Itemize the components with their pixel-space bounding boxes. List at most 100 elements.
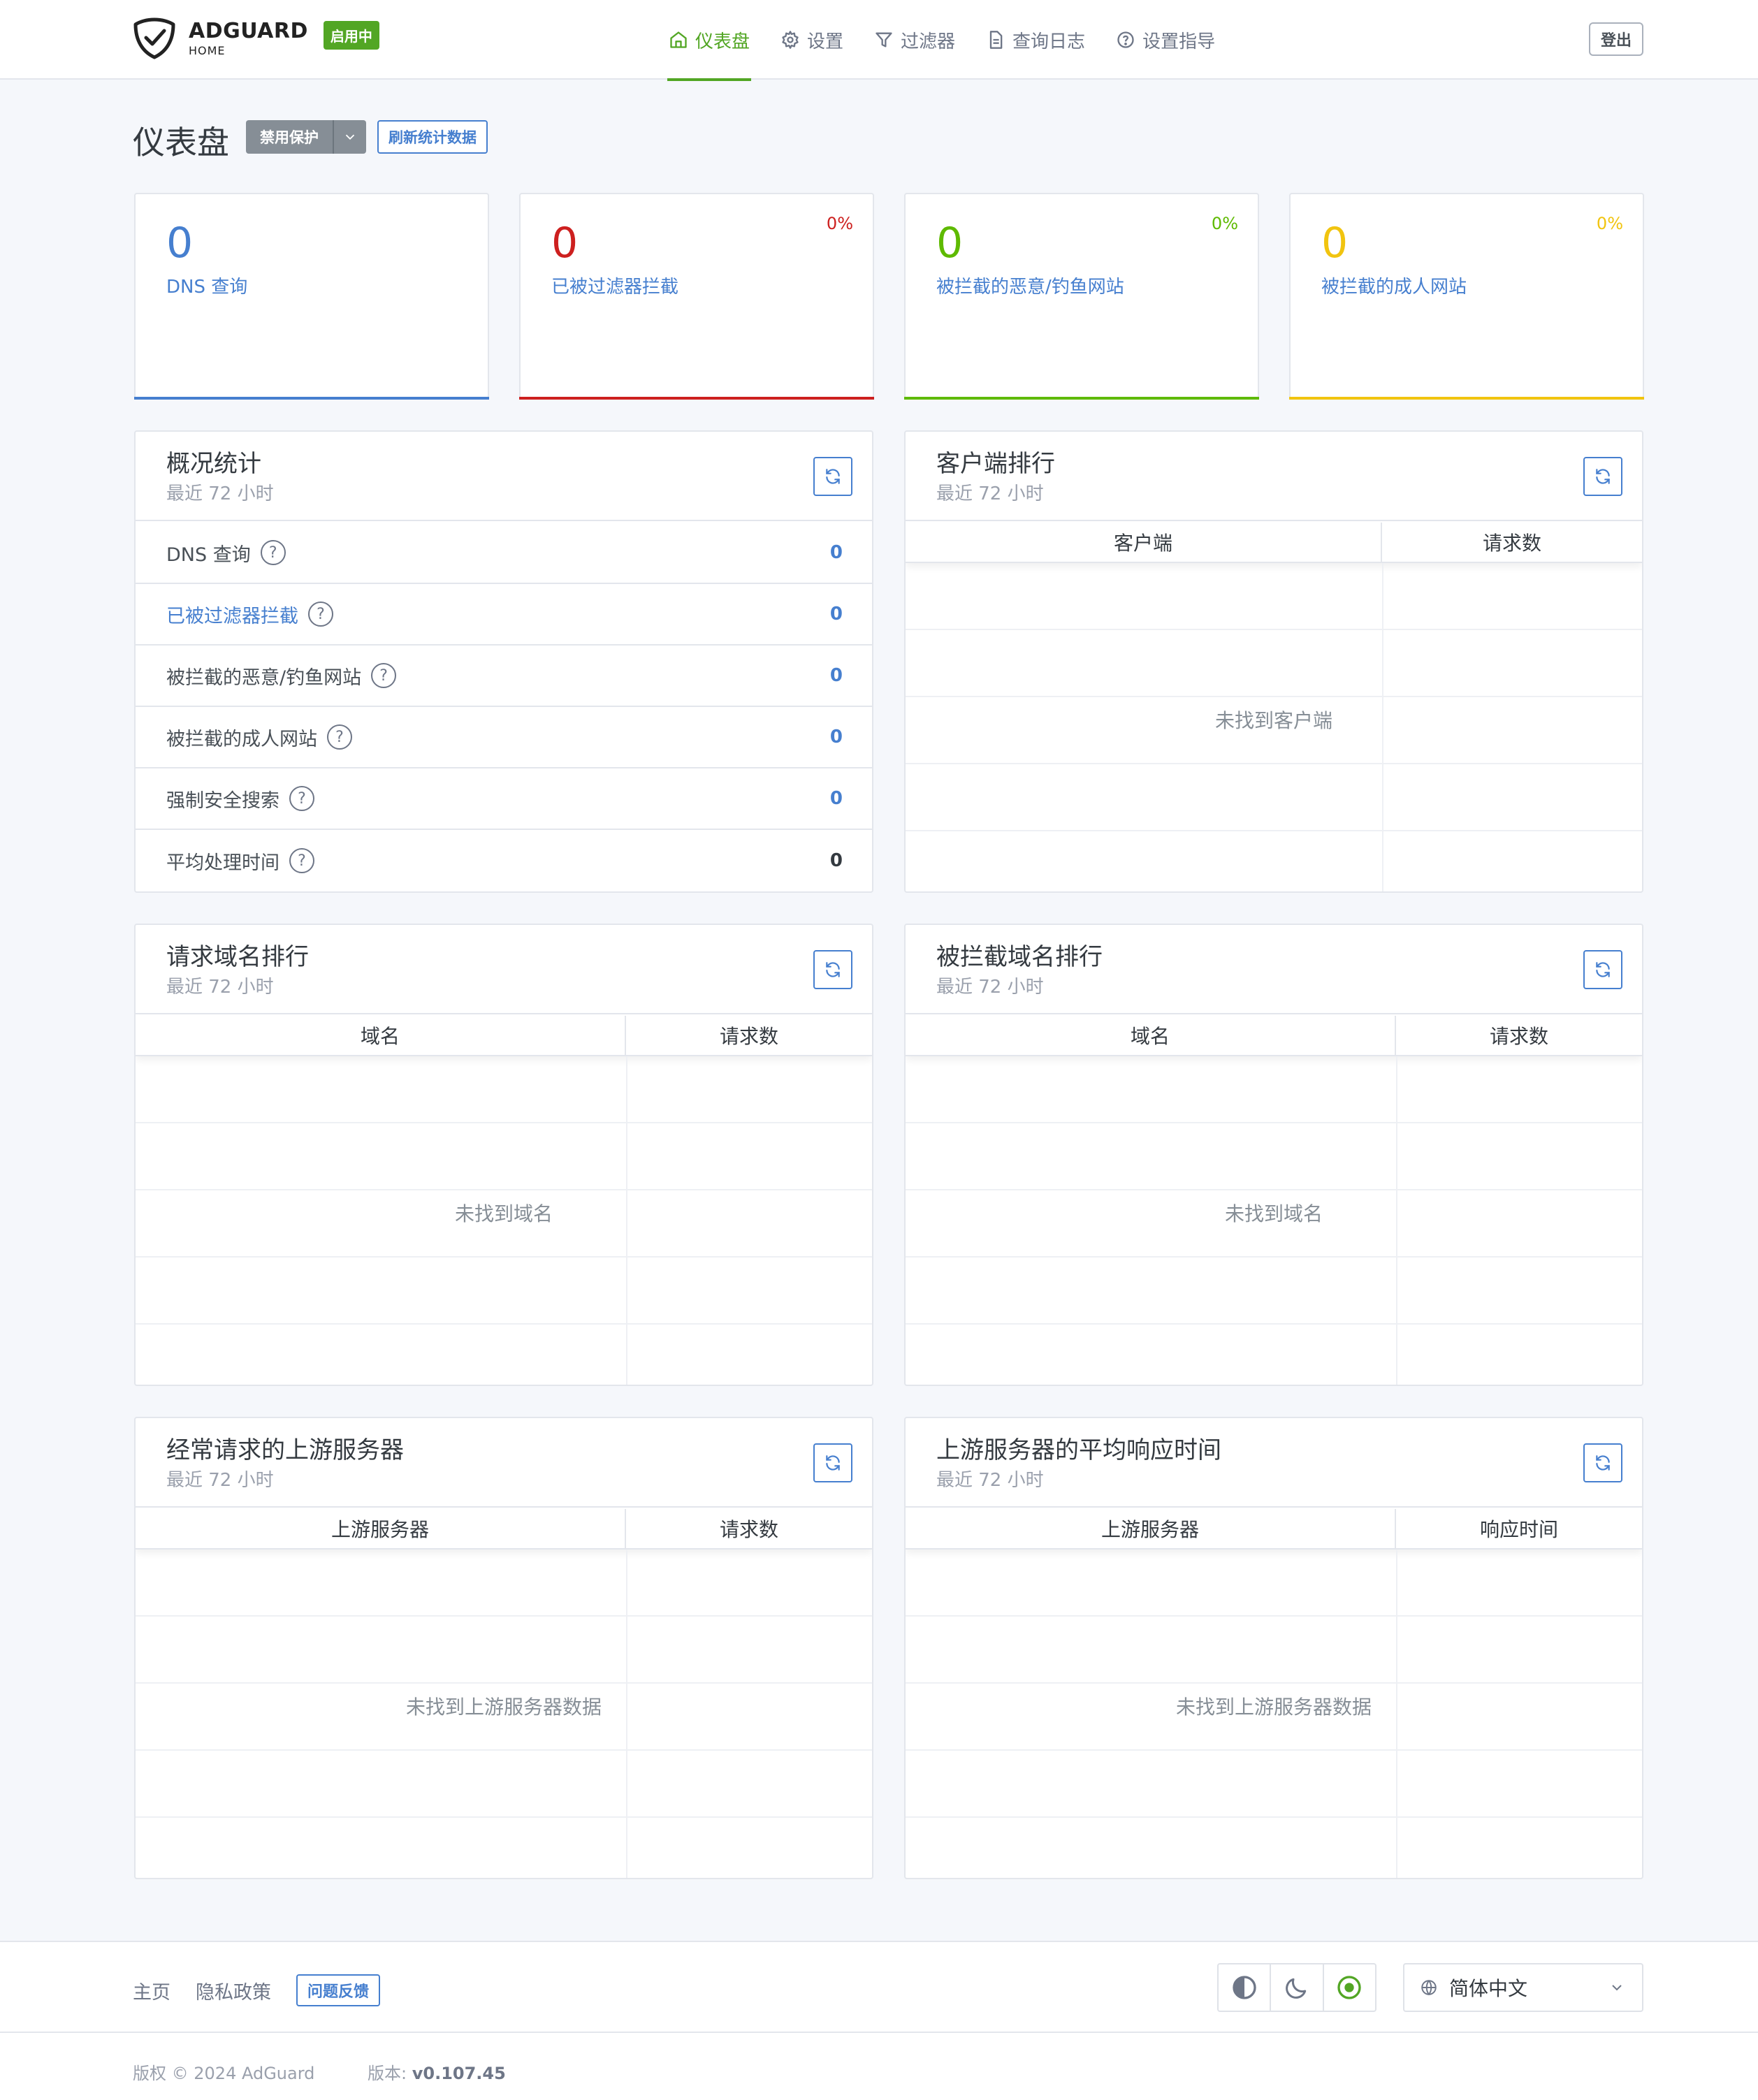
upstream-avg-time-panel: 上游服务器的平均响应时间 最近 72 小时 上游服务器 响应时间 未找到上游服务…: [904, 1417, 1643, 1879]
panel-subtitle: 最近 72 小时: [936, 1470, 1044, 1491]
row-label: 强制安全搜索: [166, 789, 279, 812]
column-header-upstream[interactable]: 上游服务器: [136, 1509, 626, 1548]
stat-color-bar: [519, 397, 874, 400]
nav-query-log[interactable]: 查询日志: [985, 0, 1087, 80]
page-title: 仪表盘: [133, 124, 229, 161]
table-body: 未找到上游服务器数据: [136, 1550, 872, 1878]
top-clients-panel: 客户端排行 最近 72 小时 客户端 请求数 未找到客户端: [904, 430, 1643, 893]
table-header: 客户端 请求数: [906, 523, 1642, 563]
row-value[interactable]: 0: [830, 665, 843, 686]
stat-label[interactable]: 已被过滤器拦截: [551, 272, 678, 298]
footer-links: 主页 隐私政策 问题反馈: [133, 1974, 381, 2006]
main-nav: 仪表盘 设置 过滤器 查询日志 设置指导: [667, 0, 1244, 81]
panel-header: 经常请求的上游服务器 最近 72 小时: [136, 1418, 872, 1508]
column-header-domain[interactable]: 域名: [136, 1016, 626, 1055]
row-value[interactable]: 0: [830, 542, 843, 563]
empty-message: 未找到域名: [1209, 1197, 1338, 1231]
help-icon[interactable]: ?: [371, 663, 397, 688]
panel-header: 上游服务器的平均响应时间 最近 72 小时: [906, 1418, 1642, 1508]
panel-subtitle: 最近 72 小时: [936, 977, 1044, 998]
help-icon[interactable]: ?: [260, 540, 286, 565]
refresh-button[interactable]: [1583, 457, 1622, 496]
overview-stats-panel: 概况统计 最近 72 小时 DNS 查询? 0 已被过滤器拦截? 0 被拦截的恶…: [134, 430, 873, 893]
home-icon: [670, 31, 687, 48]
table-body: 未找到域名: [906, 1056, 1642, 1385]
nav-setup-guide-label: 设置指导: [1142, 31, 1216, 52]
chevron-down-icon[interactable]: [333, 120, 366, 154]
panel-header: 请求域名排行 最近 72 小时: [136, 925, 872, 1014]
theme-light-button[interactable]: [1324, 1964, 1375, 2011]
panel-title: 概况统计: [166, 450, 261, 478]
stat-card-blocked-malware: 0% 0 被拦截的恶意/钓鱼网站: [904, 193, 1259, 400]
theme-auto-button[interactable]: [1219, 1964, 1272, 2011]
stat-value: 0: [1321, 219, 1349, 268]
column-header-client[interactable]: 客户端: [906, 523, 1382, 562]
disable-protection-label: 禁用保护: [260, 129, 319, 146]
refresh-icon: [826, 469, 840, 484]
table-header: 域名 请求数: [906, 1016, 1642, 1056]
overview-row-safe-search: 强制安全搜索? 0: [136, 768, 872, 830]
column-header-domain[interactable]: 域名: [906, 1016, 1396, 1055]
empty-message: 未找到上游服务器数据: [1160, 1690, 1387, 1724]
status-badge: 启用中: [323, 20, 379, 50]
nav-filters[interactable]: 过滤器: [873, 0, 957, 80]
stat-label[interactable]: DNS 查询: [166, 272, 247, 298]
help-icon[interactable]: ?: [327, 724, 352, 750]
language-select[interactable]: 简体中文: [1403, 1963, 1643, 2012]
nav-dashboard[interactable]: 仪表盘: [667, 0, 752, 81]
refresh-icon: [826, 1455, 840, 1471]
row-value[interactable]: 0: [830, 727, 843, 748]
nav-setup-guide[interactable]: 设置指导: [1114, 0, 1216, 80]
row-label[interactable]: 已被过滤器拦截: [166, 601, 298, 628]
empty-message: 未找到域名: [439, 1197, 568, 1231]
top-queried-domains-panel: 请求域名排行 最近 72 小时 域名 请求数 未找到域名: [134, 924, 873, 1386]
row-label: 被拦截的成人网站: [166, 728, 317, 750]
column-header-requests[interactable]: 请求数: [626, 1509, 872, 1548]
panel-title: 客户端排行: [936, 450, 1055, 478]
top-blocked-domains-panel: 被拦截域名排行 最近 72 小时 域名 请求数 未找到域名: [904, 924, 1643, 1386]
row-value[interactable]: 0: [830, 788, 843, 809]
panel-title: 经常请求的上游服务器: [166, 1436, 404, 1464]
nav-dashboard-label: 仪表盘: [695, 31, 750, 52]
theme-dark-button[interactable]: [1271, 1964, 1324, 2011]
nav-settings-label: 设置: [807, 31, 844, 52]
refresh-button[interactable]: [1583, 950, 1622, 989]
overview-row-blocked-adult: 被拦截的成人网站? 0: [136, 707, 872, 768]
stat-color-bar: [1289, 397, 1644, 400]
column-header-response-time[interactable]: 响应时间: [1396, 1509, 1642, 1548]
panel-title: 请求域名排行: [166, 943, 309, 971]
stat-label[interactable]: 被拦截的恶意/钓鱼网站: [936, 272, 1124, 298]
refresh-button[interactable]: [813, 1443, 852, 1482]
version-number: v0.107.45: [412, 2064, 506, 2083]
footer: 主页 隐私政策 问题反馈 简体中文 版权 © 2024 AdGuard 版本: …: [0, 1941, 1758, 2100]
logout-button[interactable]: 登出: [1589, 22, 1643, 56]
disable-protection-button[interactable]: 禁用保护: [246, 120, 366, 154]
panel-subtitle: 最近 72 小时: [936, 483, 1044, 504]
stat-label[interactable]: 被拦截的成人网站: [1321, 272, 1467, 298]
sun-icon: [1337, 1976, 1361, 1999]
adguard-logo[interactable]: ADGUARD HOME 启用中: [133, 17, 379, 60]
refresh-button[interactable]: [813, 950, 852, 989]
nav-settings[interactable]: 设置: [779, 0, 845, 80]
logo-name: ADGUARD: [189, 18, 308, 43]
help-icon[interactable]: ?: [308, 601, 333, 627]
refresh-button[interactable]: [1583, 1443, 1622, 1482]
overview-row-avg-time: 平均处理时间? 0: [136, 830, 872, 891]
refresh-button[interactable]: [813, 457, 852, 496]
column-header-upstream[interactable]: 上游服务器: [906, 1509, 1396, 1548]
table-header: 域名 请求数: [136, 1016, 872, 1056]
stat-value: 0: [551, 219, 579, 268]
stat-color-bar: [904, 397, 1259, 400]
refresh-icon: [826, 962, 840, 977]
refresh-statistics-button[interactable]: 刷新统计数据: [377, 120, 488, 154]
column-header-requests[interactable]: 请求数: [626, 1016, 872, 1055]
footer-link-privacy[interactable]: 隐私政策: [196, 1977, 271, 2004]
help-icon[interactable]: ?: [289, 786, 314, 811]
row-value[interactable]: 0: [830, 604, 843, 625]
help-icon[interactable]: ?: [289, 848, 314, 873]
column-header-requests[interactable]: 请求数: [1382, 523, 1642, 562]
column-header-requests[interactable]: 请求数: [1396, 1016, 1642, 1055]
footer-link-home[interactable]: 主页: [133, 1977, 170, 2004]
stat-color-bar: [134, 397, 489, 400]
feedback-button[interactable]: 问题反馈: [296, 1974, 381, 2006]
